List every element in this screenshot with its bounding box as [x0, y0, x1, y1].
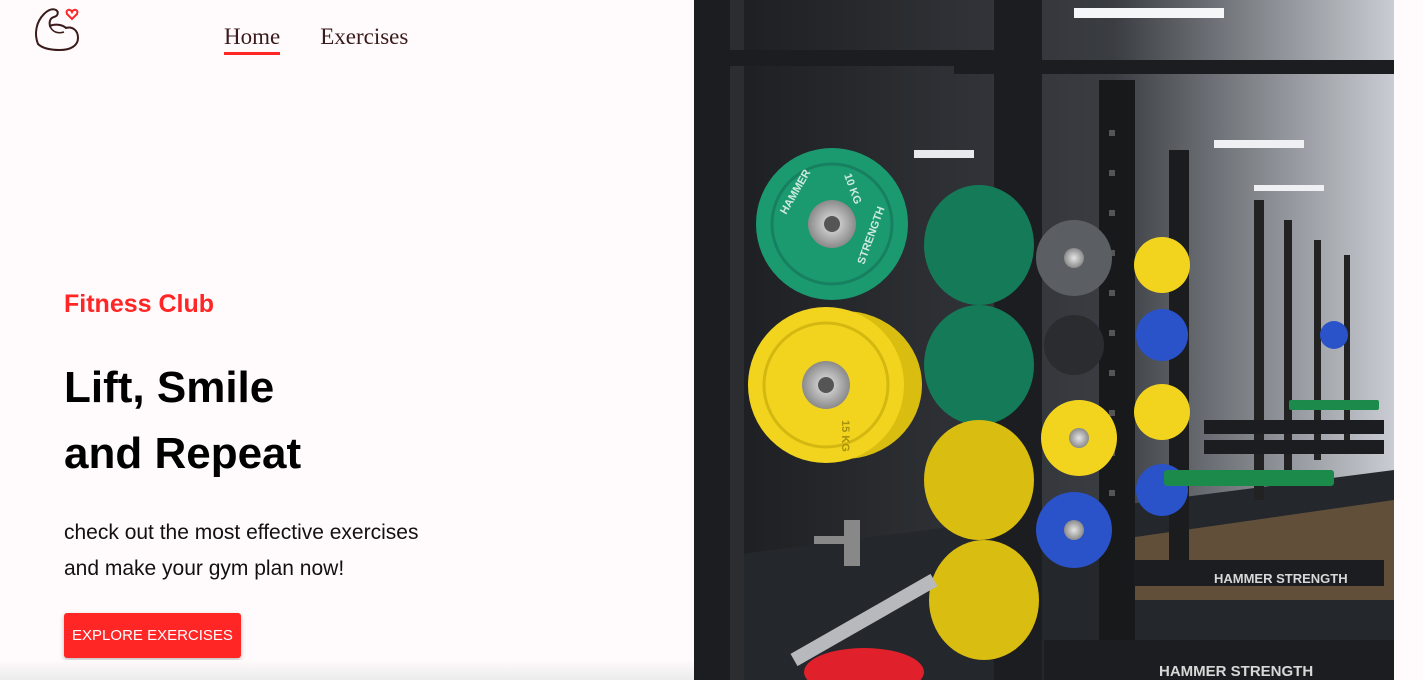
flexed-arm-heart-icon — [35, 8, 80, 52]
hero-headline-line2: and Repeat — [64, 429, 302, 478]
gym-rack-illustration: HAMMER STRENGTH HAMMER STRENGTH HAMMER S… — [694, 0, 1394, 680]
explore-exercises-button[interactable]: EXPLORE EXERCISES — [64, 613, 241, 658]
right-margin — [1394, 0, 1423, 680]
bottom-shade — [0, 660, 694, 680]
hero-banner-image: HAMMER STRENGTH HAMMER STRENGTH HAMMER S… — [694, 0, 1394, 680]
nav-link-home[interactable]: Home — [224, 24, 281, 55]
hero-headline-line1: Lift, Smile — [64, 363, 275, 412]
hero-text: Fitness Club Lift, Smile and Repeat chec… — [64, 290, 664, 587]
rack-brand-label: HAMMER STRENGTH — [1214, 571, 1348, 586]
hero-subtext-line2: and make your gym plan now! — [64, 557, 345, 580]
hero-subtext-line1: check out the most effective exercises — [64, 521, 419, 544]
logo[interactable] — [32, 4, 84, 54]
main-nav: Home Exercises — [224, 24, 408, 55]
hero-eyebrow: Fitness Club — [64, 290, 215, 318]
hero-subtext: check out the most effective exercises a… — [64, 515, 664, 587]
hero-headline: Lift, Smile and Repeat — [64, 355, 664, 487]
plate-label-15kg: 15 KG — [839, 420, 851, 452]
nav-link-exercises[interactable]: Exercises — [320, 24, 408, 55]
rack-brand-label-bottom: HAMMER STRENGTH — [1159, 663, 1313, 680]
